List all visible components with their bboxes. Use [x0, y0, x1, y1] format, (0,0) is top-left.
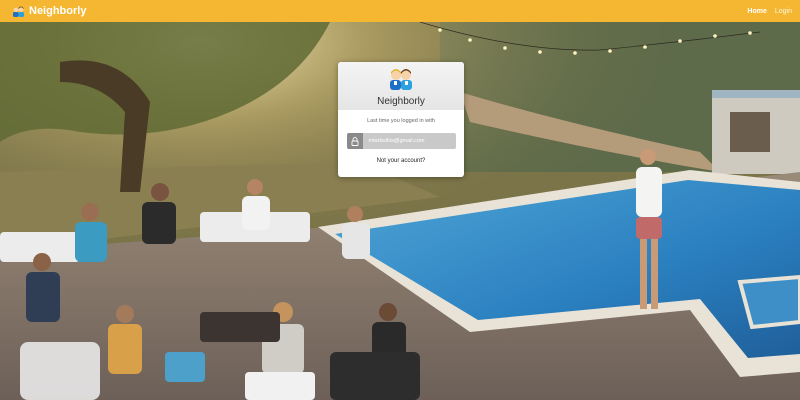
- login-card: Neighborly Last time you logged in with …: [338, 62, 464, 177]
- two-people-icon: [13, 6, 24, 17]
- nav-login-link[interactable]: Login: [775, 8, 792, 15]
- brand-name: Neighborly: [29, 5, 87, 17]
- lock-icon: [351, 136, 358, 146]
- not-your-account-link[interactable]: Not your account?: [377, 158, 426, 164]
- nav-home-link[interactable]: Home: [747, 8, 766, 15]
- card-header: Neighborly: [338, 62, 464, 110]
- brand-link[interactable]: Neighborly: [12, 5, 86, 18]
- card-title: Neighborly: [377, 96, 425, 107]
- account-icon-box: [346, 133, 363, 149]
- card-body: Last time you logged in with mtarbutkis@…: [338, 110, 464, 167]
- nav-links: Home Login: [747, 8, 792, 15]
- top-navbar: Neighborly Home Login: [0, 0, 800, 22]
- two-people-icon: [390, 69, 412, 90]
- account-email: mtarbutkis@gmail.com: [368, 138, 425, 144]
- saved-account-button[interactable]: mtarbutkis@gmail.com: [346, 133, 456, 149]
- last-login-text: Last time you logged in with: [367, 118, 435, 124]
- login-page: Neighborly Home Login Neighborly Last ti…: [0, 0, 800, 400]
